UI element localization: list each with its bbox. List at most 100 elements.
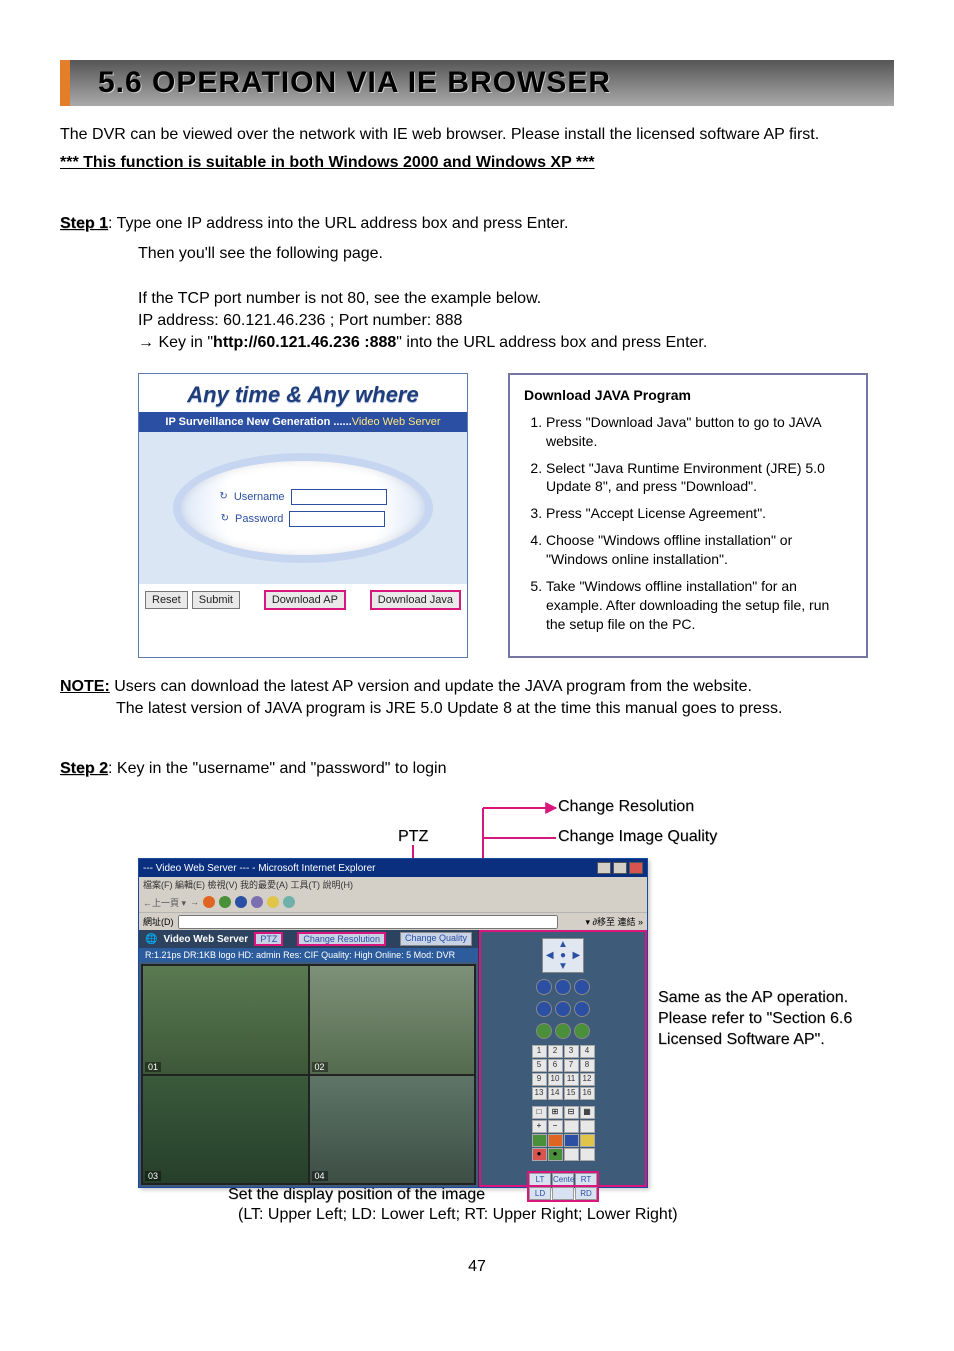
favorites-icon[interactable] bbox=[267, 896, 279, 908]
login-panel: Any time & Any where IP Surveillance New… bbox=[138, 373, 468, 658]
ie-title-text: --- Video Web Server --- - Microsoft Int… bbox=[143, 863, 375, 874]
ie-left-pane: 🌐 Video Web Server PTZ Change Resolution… bbox=[139, 930, 479, 1187]
up-icon[interactable]: ▲ bbox=[556, 939, 569, 950]
password-input[interactable] bbox=[289, 511, 385, 527]
java-download-box: Download JAVA Program Press "Download Ja… bbox=[508, 373, 868, 658]
video-cell-3[interactable]: 03 bbox=[143, 1076, 308, 1184]
ptz-btn[interactable] bbox=[574, 1023, 590, 1039]
ptz-btn[interactable] bbox=[536, 1023, 552, 1039]
java-box-title: Download JAVA Program bbox=[524, 387, 852, 403]
close-button[interactable] bbox=[629, 862, 643, 874]
username-label: Username bbox=[234, 491, 285, 503]
home-icon[interactable] bbox=[235, 896, 247, 908]
callout-ap-note: Same as the AP operation. Please refer t… bbox=[658, 988, 888, 1050]
down-icon[interactable]: ▼ bbox=[556, 961, 569, 972]
search-icon[interactable] bbox=[251, 896, 263, 908]
step2-label: Step 2 bbox=[60, 760, 108, 777]
ptz-btn[interactable] bbox=[555, 979, 571, 995]
lt-button[interactable]: LT bbox=[529, 1173, 551, 1186]
quality-pill[interactable]: Change Quality bbox=[400, 932, 472, 946]
left-icon[interactable]: ◀ bbox=[543, 950, 556, 961]
reset-button[interactable]: Reset bbox=[145, 591, 188, 609]
stop-icon[interactable] bbox=[203, 896, 215, 908]
step2-block: Step 2: Key in the "username" and "passw… bbox=[60, 760, 894, 1228]
login-body: ↻ Username ↻ Password bbox=[139, 432, 467, 584]
ie-app-title: 🌐 Video Web Server PTZ Change Resolution… bbox=[139, 930, 478, 948]
maximize-button[interactable] bbox=[613, 862, 627, 874]
ptz-btn[interactable] bbox=[536, 979, 552, 995]
ie-toolbar[interactable]: ←上一頁 ▾ → bbox=[139, 892, 647, 912]
back-icon[interactable]: ←上一頁 ▾ bbox=[143, 896, 186, 909]
step2-body: : Key in the "username" and "password" t… bbox=[108, 760, 446, 777]
addr-label: 網址(D) bbox=[143, 915, 174, 928]
java-step-1: Press "Download Java" button to go to JA… bbox=[546, 413, 852, 451]
rd-button[interactable]: RD bbox=[575, 1187, 597, 1200]
forward-icon[interactable]: → bbox=[190, 897, 199, 907]
ptz-btn[interactable] bbox=[555, 1001, 571, 1017]
password-label: Password bbox=[235, 513, 283, 525]
intro-bold-note: *** This function is suitable in both Wi… bbox=[60, 152, 894, 174]
download-ap-button[interactable]: Download AP bbox=[264, 590, 346, 610]
right-icon[interactable]: ▶ bbox=[570, 950, 583, 961]
resolution-pill[interactable]: Change Resolution bbox=[297, 932, 386, 946]
ptz-btn[interactable] bbox=[555, 1023, 571, 1039]
ie-status-strip: R:1.21ps DR:1KB logo HD: admin Res: CIF … bbox=[139, 948, 478, 962]
note-block: NOTE: Users can download the latest AP v… bbox=[60, 676, 894, 721]
ptz-btn[interactable] bbox=[574, 979, 590, 995]
channel-grid[interactable]: 1234 5678 9101112 13141516 bbox=[532, 1045, 595, 1100]
refresh-icon[interactable] bbox=[219, 896, 231, 908]
page-number: 47 bbox=[60, 1258, 894, 1276]
center-icon[interactable]: ● bbox=[556, 950, 569, 961]
ie-menubar[interactable]: 檔案(F) 編輯(E) 檢視(V) 我的最愛(A) 工具(T) 說明(H) bbox=[139, 877, 647, 892]
step2-area: PTZ Change Resolution Change Image Quali… bbox=[138, 798, 894, 1228]
java-step-3: Press "Accept License Agreement". bbox=[546, 504, 852, 523]
ie-titlebar: --- Video Web Server --- - Microsoft Int… bbox=[139, 859, 647, 877]
ie-window: --- Video Web Server --- - Microsoft Int… bbox=[138, 858, 648, 1188]
callout-change-quality: Change Image Quality bbox=[558, 828, 717, 846]
ie-right-pane: ▲ ◀●▶ ▼ 1234 5678 9101112 13141516 □⊞⊟▦ bbox=[479, 930, 647, 1187]
video-cell-4[interactable]: 04 bbox=[310, 1076, 475, 1184]
login-header: Any time & Any where bbox=[139, 374, 467, 412]
address-input[interactable] bbox=[178, 915, 558, 929]
login-header-text: Any time & Any where bbox=[187, 382, 418, 407]
history-icon[interactable] bbox=[283, 896, 295, 908]
username-input[interactable] bbox=[291, 489, 387, 505]
ptz-btn[interactable] bbox=[574, 1001, 590, 1017]
submit-button[interactable]: Submit bbox=[192, 591, 240, 609]
ie-address-bar: 網址(D) ▾ ∂移至 連結 » bbox=[139, 912, 647, 930]
step1-label: Step 1 bbox=[60, 215, 108, 232]
note-line1: Users can download the latest AP version… bbox=[110, 678, 752, 695]
step1-body: : Type one IP address into the URL addre… bbox=[108, 215, 568, 232]
ld-button[interactable]: LD bbox=[529, 1187, 551, 1200]
intro-paragraph: The DVR can be viewed over the network w… bbox=[60, 124, 894, 146]
rt-button[interactable]: RT bbox=[575, 1173, 597, 1186]
login-buttons: Reset Submit Download AP Download Java bbox=[139, 584, 467, 616]
ie-content: 🌐 Video Web Server PTZ Change Resolution… bbox=[139, 930, 647, 1187]
corner-controls[interactable]: LT Center RT LD RD bbox=[527, 1171, 599, 1202]
password-row: ↻ Password bbox=[221, 511, 386, 527]
refresh-icon: ↻ bbox=[219, 491, 227, 502]
callout-change-res: Change Resolution bbox=[558, 798, 694, 816]
refresh-icon: ↻ bbox=[221, 513, 229, 524]
ptz-btn[interactable] bbox=[536, 1001, 552, 1017]
ptz-pill[interactable]: PTZ bbox=[254, 932, 283, 946]
java-step-4: Choose "Windows offline installation" or… bbox=[546, 531, 852, 569]
center-button[interactable]: Center bbox=[552, 1173, 574, 1186]
video-cell-2[interactable]: 02 bbox=[310, 966, 475, 1074]
step1-line2: Then you'll see the following page. bbox=[138, 243, 894, 265]
video-quad: 01 02 03 04 bbox=[141, 964, 476, 1185]
username-row: ↻ Username bbox=[219, 489, 386, 505]
note-label: NOTE: bbox=[60, 678, 110, 695]
java-steps-list: Press "Download Java" button to go to JA… bbox=[546, 413, 852, 634]
minimize-button[interactable] bbox=[597, 862, 611, 874]
ptz-dpad[interactable]: ▲ ◀●▶ ▼ bbox=[542, 938, 584, 973]
video-cell-1[interactable]: 01 bbox=[143, 966, 308, 1074]
section-title-bar: 5.6 OPERATION VIA IE BROWSER bbox=[60, 60, 894, 106]
globe-icon: 🌐 bbox=[145, 934, 157, 945]
split-controls[interactable]: □⊞⊟▦ +− ●● bbox=[532, 1106, 595, 1161]
download-java-button[interactable]: Download Java bbox=[370, 590, 461, 610]
step1-ip: IP address: 60.121.46.236 ; Port number:… bbox=[138, 310, 894, 332]
step1-tcp: If the TCP port number is not 80, see th… bbox=[138, 288, 894, 310]
callout-ptz: PTZ bbox=[398, 828, 428, 846]
callout-bottom: Set the display position of the image bbox=[228, 1186, 485, 1204]
